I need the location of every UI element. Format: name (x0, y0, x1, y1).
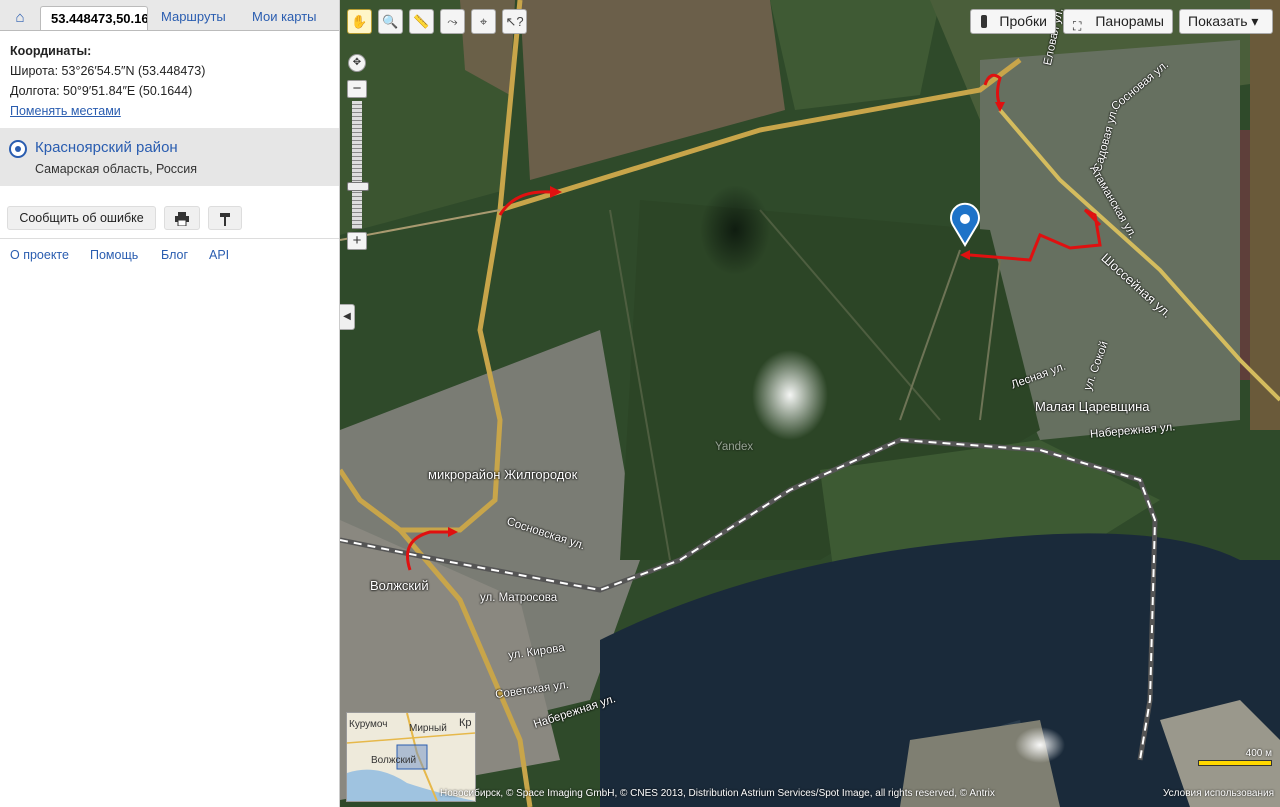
street-label: ул. Матросова (480, 592, 558, 604)
yandex-watermark: Yandex (715, 441, 754, 453)
copyright-text: Новосибирск, © Space Imaging GmbH, © CNE… (440, 788, 995, 799)
scale-label: 400 м (1245, 748, 1272, 759)
info-tool[interactable]: ↖? (502, 9, 527, 34)
ruler-icon: 📏 (413, 13, 430, 29)
home-tab[interactable]: ⌂ (6, 6, 34, 28)
minimap-label: Кр (459, 717, 472, 729)
blog-link[interactable]: Блог (161, 248, 188, 262)
route-tool[interactable]: ⤳ (440, 9, 465, 34)
swap-coordinates-link[interactable]: Поменять местами (10, 104, 121, 118)
place-region: Самарская область, Россия (35, 162, 198, 176)
pushpin-icon (220, 212, 230, 226)
compass-icon[interactable]: ✥ (348, 54, 366, 72)
ruler-tool[interactable]: 📏 (409, 9, 434, 34)
traffic-light-icon (981, 15, 987, 28)
placemark-icon: ⌖ (479, 13, 488, 29)
zoom-tool[interactable]: 🔍 (378, 9, 403, 34)
show-layers-dropdown[interactable]: Показать ▾ (1179, 9, 1273, 34)
place-result[interactable]: Красноярский район Самарская область, Ро… (0, 128, 339, 186)
traffic-button[interactable]: Пробки (970, 9, 1056, 34)
panoramas-label: Панорамы (1095, 13, 1164, 29)
minimap-label: Волжский (371, 755, 417, 766)
placemark-tool[interactable]: ⌖ (471, 9, 496, 34)
hand-icon: ✋ (351, 13, 368, 29)
minimap-label: Мирный (409, 723, 447, 734)
coordinates-panel: Координаты: Широта: 53°26′54.5″N (53.448… (0, 31, 339, 121)
api-link[interactable]: API (209, 248, 229, 262)
panorama-icon: ⛶ (1073, 19, 1082, 33)
tab-bar: ⌂ 53.448473,50.16 Маршруты Мои карты (0, 0, 339, 31)
zoom-control[interactable]: ✥ − + (345, 54, 369, 252)
zoom-slider-handle[interactable] (347, 182, 369, 191)
satellite-map[interactable]: Еловая ул. Сосновая ул. Садовая ул. Атам… (340, 0, 1280, 807)
print-button[interactable] (164, 206, 200, 230)
scale-bar (1198, 760, 1272, 766)
collapse-sidebar-button[interactable]: ◀ (340, 304, 355, 330)
coordinates-heading: Координаты: (10, 44, 92, 58)
zoom-slider-track[interactable] (352, 101, 362, 229)
latitude-text: Широта: 53°26′54.5″N (53.448473) (10, 64, 206, 78)
hand-tool[interactable]: ✋ (347, 9, 372, 34)
traffic-label: Пробки (999, 13, 1047, 29)
pin-button[interactable] (208, 206, 242, 230)
cursor-question-icon: ↖? (505, 13, 524, 29)
minimap-label: Курумоч (349, 719, 388, 730)
longitude-text: Долгота: 50°9′51.84″E (50.1644) (10, 84, 193, 98)
panoramas-button[interactable]: ⛶ Панорамы (1063, 9, 1173, 34)
settlement-label: Малая Царевщина (1035, 399, 1150, 414)
divider (0, 238, 339, 239)
terms-link[interactable]: Условия использования (1163, 788, 1274, 799)
magnifier-icon: 🔍 (382, 13, 399, 29)
place-name[interactable]: Красноярский район (35, 139, 178, 156)
route-icon: ⤳ (447, 13, 458, 29)
selected-radio-icon[interactable] (9, 140, 27, 158)
home-icon: ⌂ (15, 8, 25, 26)
help-link[interactable]: Помощь (90, 248, 138, 262)
town-label: Волжский (370, 578, 429, 593)
coords-tab[interactable]: 53.448473,50.16 (40, 6, 148, 30)
about-link[interactable]: О проекте (10, 248, 69, 262)
tab-my-maps[interactable]: Мои карты (252, 9, 317, 24)
zoom-out-button[interactable]: − (347, 80, 367, 98)
district-label: микрорайон Жилгородок (428, 467, 578, 482)
printer-icon (175, 211, 189, 227)
zoom-in-button[interactable]: + (347, 232, 367, 250)
report-error-button[interactable]: Сообщить об ошибке (7, 206, 156, 230)
sidebar: ⌂ 53.448473,50.16 Маршруты Мои карты Коо… (0, 0, 340, 807)
tab-routes[interactable]: Маршруты (161, 9, 226, 24)
